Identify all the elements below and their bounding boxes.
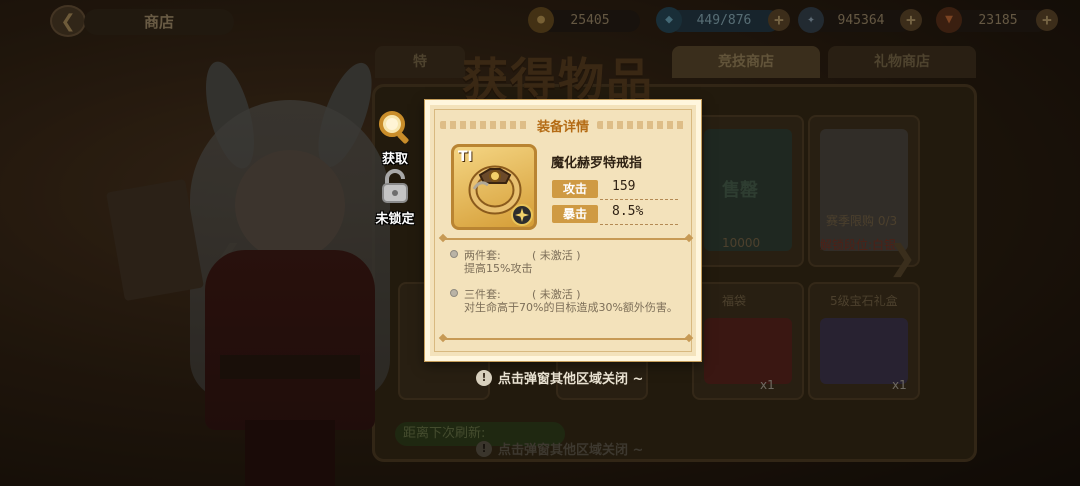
unlocked-padlock-icon <box>376 168 414 206</box>
popup-title: 装备详情 <box>537 119 590 135</box>
set-bullet-icon <box>450 250 458 258</box>
item-name: 魔化赫罗特戒指 <box>551 156 643 171</box>
get-source-label: 获取 <box>381 152 408 167</box>
header-ornament-left <box>440 121 529 129</box>
equipment-detail-popup: 装备详情 TI 魔化赫罗特戒指 攻击 159 暴击 8.5% 两件套: (未激… <box>425 100 701 361</box>
close-hint: ! 点击弹窗其他区域关闭 ~ <box>476 368 643 387</box>
get-source-button[interactable]: 获取 <box>367 108 423 167</box>
star-icon <box>511 204 533 226</box>
stat-label-crit: 暴击 <box>552 205 598 223</box>
set-three-status: ( 未激活 ) <box>532 288 581 301</box>
stat-row-attack: 攻击 159 <box>552 179 678 200</box>
stat-row-crit: 暴击 8.5% <box>552 204 678 225</box>
popup-header: 装备详情 <box>440 116 687 135</box>
close-hint-text: 点击弹窗其他区域关闭 ~ <box>498 372 644 387</box>
set-two-desc: 提高15%攻击 <box>464 262 533 275</box>
set-three-desc: 对生命高于70%的目标造成30%额外伤害。 <box>464 301 678 314</box>
lock-toggle-button[interactable]: 未锁定 <box>367 168 423 227</box>
set-bonus-three-piece: 三件套: ( 未激活 ) 对生命高于70%的目标造成30%额外伤害。 <box>448 285 686 331</box>
bottom-divider <box>444 338 688 340</box>
info-icon: ! <box>476 369 492 386</box>
lock-status-label: 未锁定 <box>375 212 415 227</box>
stat-value-attack: 159 <box>612 179 636 194</box>
magnifier-icon <box>376 108 414 146</box>
stat-value-crit: 8.5% <box>612 204 644 219</box>
set-bonus-two-piece: 两件套: ( 未激活 ) 提高15%攻击 <box>448 246 686 280</box>
set-two-title: 两件套: <box>464 249 501 262</box>
set-two-status: ( 未激活 ) <box>532 249 581 262</box>
header-ornament-right <box>597 121 687 129</box>
set-bullet-icon <box>450 289 458 297</box>
item-icon-frame: TI <box>451 144 537 230</box>
stat-label-attack: 攻击 <box>552 180 598 198</box>
set-three-title: 三件套: <box>464 288 501 301</box>
top-divider <box>444 238 688 240</box>
